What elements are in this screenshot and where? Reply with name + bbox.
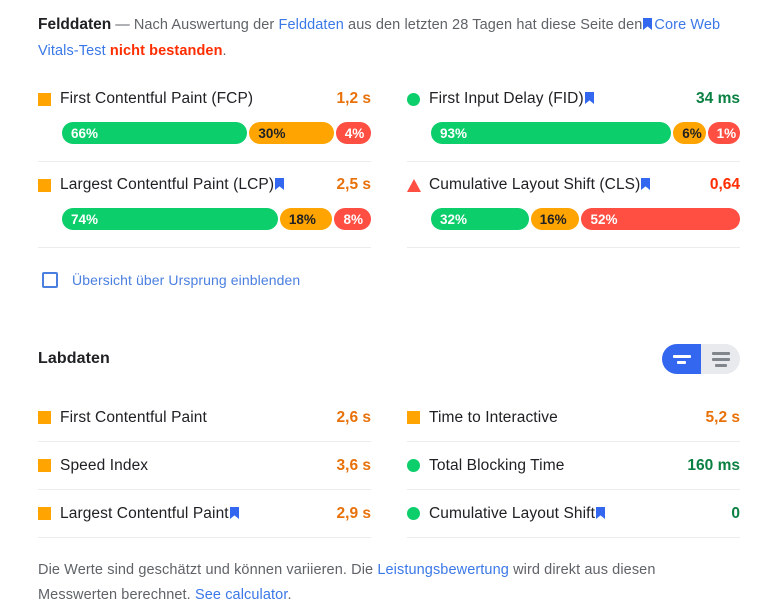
distribution-segment-poor: 8% (334, 208, 371, 230)
footer-text-part1: Die Werte sind geschätzt und können vari… (38, 562, 374, 578)
distribution-segment-average: 16% (530, 208, 580, 230)
field-metric-fid: First Input Delay (FID) 34 ms 93% 6% 1% (407, 76, 741, 162)
square-icon (38, 178, 60, 192)
lab-metric-label: Largest Contentful Paint (60, 505, 241, 523)
lab-metric-tbt[interactable]: Total Blocking Time 160 ms (407, 442, 740, 490)
field-metric-fcp: First Contentful Paint (FCP) 1,2 s 66% 30% 4… (38, 76, 371, 162)
distribution-bar: 93% 6% 1% (431, 122, 741, 144)
distribution-segment-poor: 52% (581, 208, 740, 230)
lab-metric-si[interactable]: Speed Index 3,6 s (38, 442, 371, 490)
distribution-segment-poor: 1% (707, 122, 741, 144)
field-data-period: . (222, 43, 227, 59)
square-icon (38, 411, 60, 424)
lab-metric-value: 160 ms (687, 456, 740, 474)
field-metric-value: 0,64 (709, 176, 740, 193)
felddaten-link[interactable]: Felddaten (279, 17, 344, 33)
lab-metric-cls[interactable]: Cumulative Layout Shift 0 (407, 490, 740, 538)
field-metric-value: 1,2 s (336, 90, 371, 107)
square-icon (38, 92, 60, 106)
square-icon (38, 507, 60, 520)
distribution-segment-average: 18% (279, 208, 333, 230)
pagespeed-results-panel: Felddaten — Nach Auswertung der Felddaten … (0, 0, 778, 607)
bookmark-icon (584, 91, 594, 104)
fail-status-text: nicht bestanden (109, 43, 223, 59)
square-icon (38, 459, 60, 472)
lab-metric-value: 3,6 s (336, 456, 371, 474)
lab-metric-label: Cumulative Layout Shift (429, 505, 607, 523)
view-toggle-group[interactable] (662, 344, 740, 374)
lab-metric-label: Time to Interactive (429, 408, 558, 426)
lab-metric-label: Speed Index (60, 456, 149, 474)
distribution-bar: 66% 30% 4% (62, 122, 371, 144)
field-metric-cls: Cumulative Layout Shift (CLS) 0,64 32% 16% 5… (407, 162, 740, 248)
distribution-segment-average: 30% (249, 122, 334, 144)
lab-metric-label: Total Blocking Time (429, 456, 565, 474)
distribution-bar: 32% 16% 52% (431, 208, 740, 230)
performance-score-link[interactable]: Leistungsbewertung (377, 562, 509, 578)
circle-icon (407, 92, 429, 106)
field-data-title: Felddaten (38, 16, 112, 33)
lab-metric-value: 2,6 s (336, 408, 371, 426)
field-metric-label: Largest Contentful Paint (LCP) (60, 176, 286, 194)
origin-summary-toggle-row[interactable]: Übersicht über Ursprung einblenden (38, 268, 740, 292)
circle-icon (407, 507, 429, 520)
field-data-text-part1: Nach Auswertung der (133, 17, 275, 33)
compact-list-icon[interactable] (662, 344, 701, 374)
lab-metric-fcp[interactable]: First Contentful Paint 2,6 s (38, 394, 371, 442)
field-metric-value: 34 ms (696, 90, 740, 107)
distribution-segment-average: 6% (673, 122, 706, 144)
footer-period: . (287, 587, 292, 603)
bookmark-icon (596, 506, 605, 519)
field-metric-label: First Input Delay (FID) (429, 90, 596, 108)
field-data-description: Felddaten — Nach Auswertung der Felddaten … (38, 0, 740, 64)
lab-metric-value: 2,9 s (336, 504, 371, 522)
bookmark-icon (641, 177, 651, 190)
detailed-list-icon[interactable] (701, 344, 740, 374)
distribution-segment-good: 93% (431, 122, 672, 144)
footer-note: Die Werte sind geschätzt und können vari… (38, 558, 728, 608)
distribution-segment-good: 66% (62, 122, 248, 144)
distribution-segment-good: 74% (62, 208, 278, 230)
square-icon (407, 411, 429, 424)
lab-data-title: Labdaten (38, 350, 110, 367)
see-calculator-link[interactable]: See calculator (195, 587, 288, 603)
bookmark-icon (229, 506, 239, 519)
lab-metric-tti[interactable]: Time to Interactive 5,2 s (407, 394, 740, 442)
bookmark-icon (643, 13, 653, 30)
triangle-icon (407, 178, 429, 192)
field-metric-lcp: Largest Contentful Paint (LCP) 2,5 s 74% 18… (38, 162, 371, 248)
distribution-segment-poor: 4% (335, 122, 371, 144)
lab-data-header: Labdaten (38, 342, 740, 376)
circle-icon (407, 459, 429, 472)
field-metric-label: First Contentful Paint (FCP) (60, 90, 254, 107)
origin-summary-label[interactable]: Übersicht über Ursprung einblenden (72, 272, 300, 288)
lab-metric-label: First Contentful Paint (60, 408, 207, 426)
field-metrics-grid: First Contentful Paint (FCP) 1,2 s 66% 30% 4… (38, 76, 741, 248)
lab-metric-value: 5,2 s (705, 408, 740, 426)
bookmark-icon (275, 177, 285, 190)
lab-metric-value: 0 (731, 504, 740, 522)
lab-metric-lcp[interactable]: Largest Contentful Paint 2,9 s (38, 490, 371, 538)
field-metric-label: Cumulative Layout Shift (CLS) (429, 176, 652, 194)
distribution-segment-good: 32% (431, 208, 529, 230)
field-metric-value: 2,5 s (336, 176, 371, 193)
origin-summary-checkbox[interactable] (42, 272, 58, 288)
lab-metrics-grid: First Contentful Paint 2,6 s Time to Inter… (38, 394, 740, 538)
distribution-bar: 74% 18% 8% (62, 208, 371, 230)
field-data-text-part2: aus den letzten 28 Tagen hat diese Seite… (348, 17, 643, 33)
field-data-dash: — (115, 17, 130, 33)
